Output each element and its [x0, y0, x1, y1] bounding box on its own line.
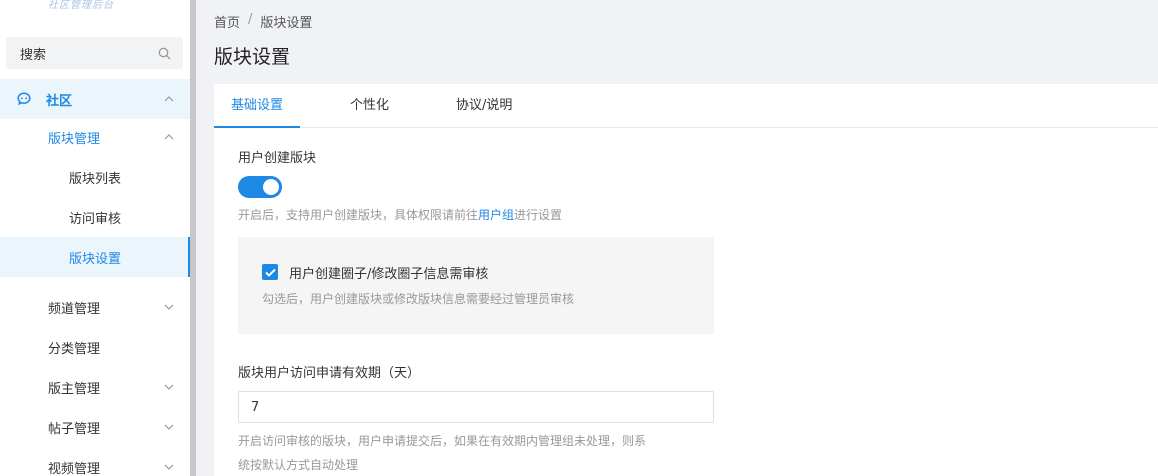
- sidebar-scrollbar[interactable]: [190, 0, 196, 476]
- tab-basic-settings[interactable]: 基础设置: [214, 84, 300, 128]
- sidebar-item-board-management[interactable]: 版块管理: [0, 117, 190, 157]
- chevron-down-icon: [164, 462, 174, 472]
- chevron-up-icon: [164, 132, 174, 142]
- search-input[interactable]: 搜索: [6, 37, 183, 69]
- sidebar-item-moderator-management[interactable]: 版主管理: [0, 367, 190, 407]
- chat-icon: [16, 91, 32, 107]
- sidebar-item-label: 版块管理: [48, 131, 101, 147]
- user-create-hint: 开启后，支持用户创建版块，具体权限请前往用户组进行设置: [238, 206, 562, 223]
- sidebar-item-label: 分类管理: [48, 341, 101, 357]
- sidebar-item-label: 视频管理: [48, 461, 101, 476]
- sidebar-item-video-management[interactable]: 视频管理: [0, 447, 190, 476]
- sidebar-item-community[interactable]: 社区: [0, 79, 190, 119]
- sidebar-item-label: 版块列表: [69, 171, 122, 187]
- validity-hint-line1: 开启访问审核的版块，用户申请提交后，如果在有效期内管理组未处理，则系: [238, 434, 647, 448]
- sidebar-item-board-list[interactable]: 版块列表: [0, 157, 190, 197]
- sidebar-item-label: 社区: [46, 93, 73, 109]
- toggle-knob: [263, 179, 279, 195]
- check-icon: [264, 268, 276, 277]
- sidebar-item-post-management[interactable]: 帖子管理: [0, 407, 190, 447]
- hint-text: 开启后，支持用户创建版块，具体权限请前往: [238, 208, 479, 222]
- hint-text: 进行设置: [514, 208, 563, 222]
- sidebar-item-label: 频道管理: [48, 301, 101, 317]
- sidebar-item-label: 帖子管理: [48, 421, 101, 437]
- sidebar-item-access-review[interactable]: 访问审核: [0, 197, 190, 237]
- sidebar-item-label: 访问审核: [69, 211, 122, 227]
- breadcrumb-home[interactable]: 首页: [214, 12, 240, 31]
- chevron-down-icon: [164, 302, 174, 312]
- breadcrumb-separator: /: [248, 12, 253, 27]
- chevron-down-icon: [164, 382, 174, 392]
- sidebar-item-board-settings[interactable]: 版块设置: [0, 237, 190, 277]
- review-hint: 勾选后，用户创建版块或修改版块信息需要经过管理员审核: [262, 292, 575, 306]
- user-create-toggle[interactable]: [238, 176, 282, 198]
- tab-agreement[interactable]: 协议/说明: [456, 84, 512, 128]
- chevron-down-icon: [164, 422, 174, 432]
- settings-panel: 基础设置 个性化 协议/说明 用户创建版块 开启后，支持用户创建版块，具体权限请…: [214, 84, 1158, 476]
- user-group-link[interactable]: 用户组: [478, 208, 514, 222]
- logo: 社区管理后台: [48, 0, 114, 11]
- review-checkbox-label[interactable]: 用户创建圈子/修改圈子信息需审核: [289, 263, 488, 282]
- validity-days-input[interactable]: 7: [238, 391, 714, 423]
- sidebar-item-label: 版块设置: [69, 251, 122, 267]
- tab-bar: 基础设置 个性化 协议/说明: [214, 84, 1158, 128]
- chevron-up-icon: [164, 94, 174, 104]
- review-checkbox[interactable]: [262, 264, 278, 280]
- sidebar: 社区管理后台 搜索 社区 版块管理 版块列表 访问审核 版块设置 频道管理 分类…: [0, 0, 190, 476]
- validity-days-value: 7: [251, 399, 260, 415]
- search-icon[interactable]: [157, 46, 171, 60]
- user-create-label: 用户创建版块: [238, 151, 317, 166]
- validity-hint-line2: 统按默认方式自动处理: [238, 458, 359, 472]
- sidebar-item-channel-management[interactable]: 频道管理: [0, 287, 190, 327]
- review-option-box: 用户创建圈子/修改圈子信息需审核 勾选后，用户创建版块或修改版块信息需要经过管理…: [238, 237, 714, 334]
- breadcrumb: 首页 / 版块设置: [214, 12, 312, 31]
- tab-personalization[interactable]: 个性化: [350, 84, 389, 128]
- search-placeholder: 搜索: [20, 47, 47, 63]
- validity-label: 版块用户访问申请有效期（天）: [238, 366, 421, 381]
- page-title: 版块设置: [214, 46, 291, 68]
- breadcrumb-current: 版块设置: [260, 16, 313, 31]
- sidebar-item-category-management[interactable]: 分类管理: [0, 327, 190, 367]
- sidebar-item-label: 版主管理: [48, 381, 101, 397]
